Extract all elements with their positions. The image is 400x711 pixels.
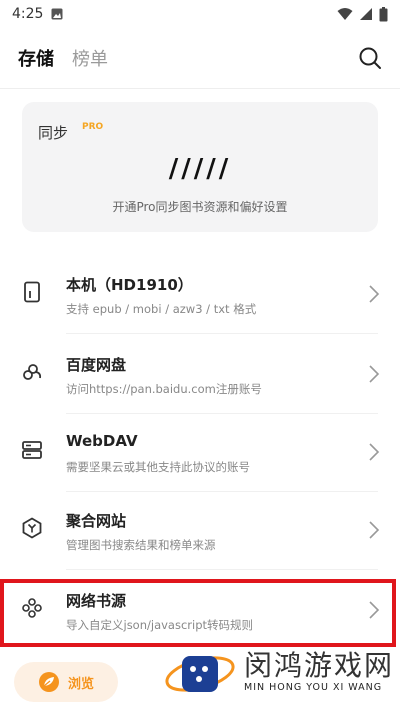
battery-icon (379, 6, 388, 21)
server-icon (22, 441, 42, 459)
watermark-title: 闵鸿游戏网 (244, 649, 395, 682)
chevron-right-icon (369, 365, 380, 383)
item-divider (66, 333, 378, 334)
cell-signal-icon (360, 8, 372, 20)
tab-storage[interactable]: 存储 (18, 45, 54, 71)
browse-button[interactable]: 浏览 (14, 662, 118, 702)
item-title: WebDAV (66, 432, 138, 450)
item-title: 本机（HD1910） (66, 276, 193, 294)
item-title: 百度网盘 (66, 356, 127, 374)
item-subtitle: 导入自定义json/javascript转码规则 (66, 618, 254, 632)
storage-item-baidu[interactable]: 百度网盘 访问https://pan.baidu.com注册账号 (0, 336, 400, 414)
status-bar: 4:25 (0, 0, 400, 28)
item-subtitle: 访问https://pan.baidu.com注册账号 (66, 382, 262, 396)
chevron-right-icon (369, 601, 380, 619)
hexagon-y-icon (22, 517, 42, 539)
chevron-right-icon (369, 443, 380, 461)
header-divider (0, 88, 400, 89)
storage-item-local[interactable]: 本机（HD1910） 支持 epub / mobi / azw3 / txt 格… (0, 256, 400, 334)
watermark-logo-icon (165, 656, 235, 692)
sync-title: 同步 (38, 124, 69, 142)
tab-rankings[interactable]: 榜单 (72, 45, 108, 71)
wifi-icon (337, 8, 353, 20)
sync-card[interactable]: 同步 PRO ///// 开通Pro同步图书资源和偏好设置 (22, 102, 378, 232)
sync-slashes: ///// (168, 154, 232, 184)
watermark-subtitle: MIN HONG YOU XI WANG (244, 682, 383, 693)
network-icon (22, 598, 42, 618)
search-icon[interactable] (356, 44, 384, 72)
sync-description: 开通Pro同步图书资源和偏好设置 (112, 200, 288, 214)
top-tab-bar: 存储 榜单 (0, 38, 400, 78)
storage-item-webdav[interactable]: WebDAV 需要坚果云或其他支持此协议的账号 (0, 414, 400, 492)
item-title: 聚合网站 (66, 512, 127, 530)
item-subtitle: 支持 epub / mobi / azw3 / txt 格式 (66, 302, 257, 316)
gallery-notification-icon (51, 8, 63, 20)
item-subtitle: 管理图书搜索结果和榜单来源 (66, 538, 216, 552)
item-subtitle: 需要坚果云或其他支持此协议的账号 (66, 460, 250, 474)
storage-item-aggregator[interactable]: 聚合网站 管理图书搜索结果和榜单来源 (0, 492, 400, 570)
item-divider (66, 569, 378, 570)
pro-badge: PRO (82, 122, 104, 132)
leaf-icon (38, 672, 59, 692)
chevron-right-icon (369, 521, 380, 539)
chevron-right-icon (369, 285, 380, 303)
status-time: 4:25 (12, 6, 44, 22)
item-title: 网络书源 (66, 592, 127, 610)
phone-icon (24, 281, 40, 303)
cloud-drive-icon (23, 364, 42, 380)
watermark: 闵鸿游戏网 MIN HONG YOU XI WANG (160, 634, 400, 711)
browse-label: 浏览 (67, 676, 94, 692)
